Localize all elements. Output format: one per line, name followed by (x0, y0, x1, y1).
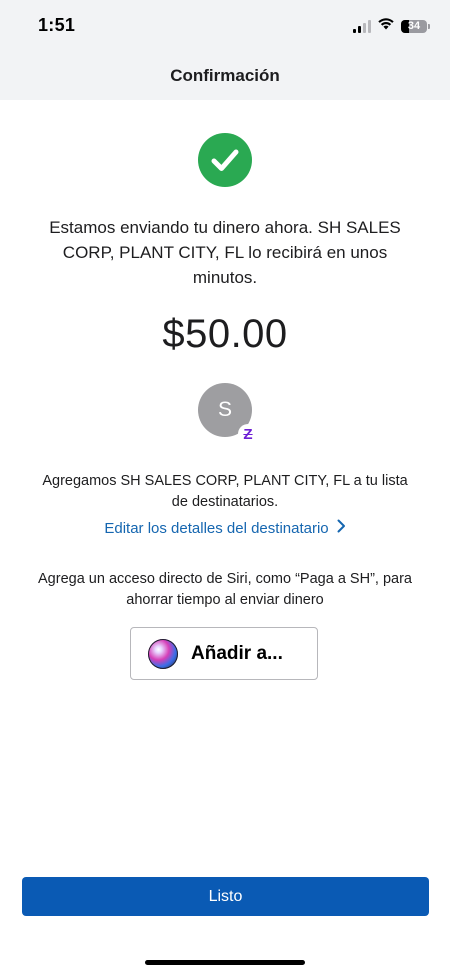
home-indicator[interactable] (145, 960, 305, 965)
page-title: Confirmación (170, 66, 280, 85)
add-to-siri-label: Añadir a... (191, 642, 283, 664)
siri-shortcut-text: Agrega un acceso directo de Siri, como “… (38, 571, 412, 608)
edit-recipient-link[interactable]: Editar los detalles del destinatario (0, 519, 450, 537)
checkmark-circle-icon (198, 133, 252, 187)
transfer-amount: $50.00 (162, 312, 288, 356)
battery-icon: 34 (401, 19, 427, 33)
signal-icon (353, 19, 371, 33)
done-button[interactable]: Listo (22, 877, 429, 916)
status-time: 1:51 (38, 15, 76, 35)
wifi-icon (377, 17, 395, 35)
zelle-badge-icon: Z (238, 424, 258, 444)
confirmation-screen: 1:51 34 Confirmación Estamos enviando tu… (0, 0, 450, 975)
status-and-nav-bar: 1:51 34 Confirmación (0, 0, 450, 100)
confirmation-message: Estamos enviando tu dinero ahora. SH SAL… (49, 218, 401, 287)
chevron-right-icon (337, 519, 346, 537)
battery-indicator: 34 (401, 19, 430, 33)
add-to-siri-button[interactable]: Añadir a... (130, 627, 318, 680)
siri-icon (148, 638, 178, 669)
recipient-added-text: Agregamos SH SALES CORP, PLANT CITY, FL … (42, 473, 408, 510)
status-icons: 34 (353, 17, 430, 35)
edit-recipient-label: Editar los detalles del destinatario (104, 519, 329, 537)
battery-level: 34 (407, 20, 421, 32)
